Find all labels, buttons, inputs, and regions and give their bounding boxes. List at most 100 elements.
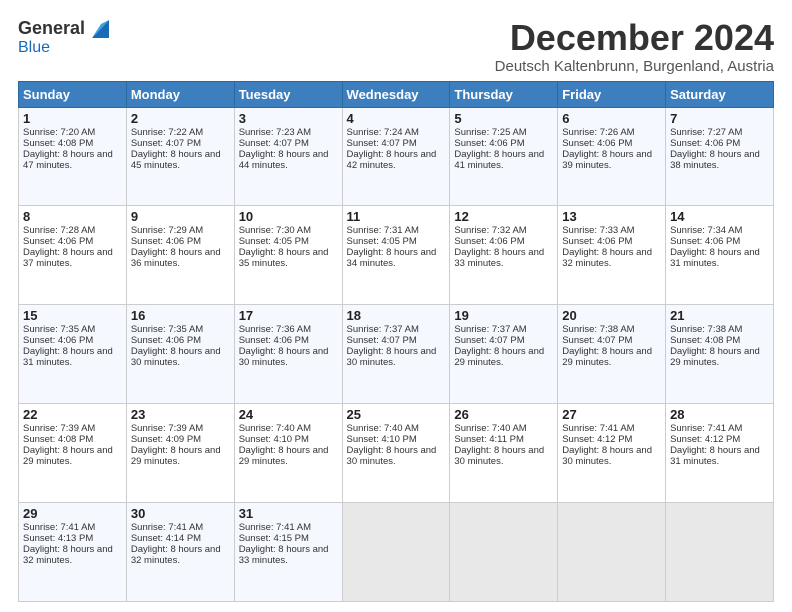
daylight-label: Daylight: 8 hours and 35 minutes. — [239, 247, 329, 269]
sunrise-label: Sunrise: 7:41 AM — [23, 522, 95, 533]
col-header-saturday: Saturday — [666, 81, 774, 107]
week-row-1: 1Sunrise: 7:20 AMSunset: 4:08 PMDaylight… — [19, 107, 774, 206]
day-cell: 19Sunrise: 7:37 AMSunset: 4:07 PMDayligh… — [450, 305, 558, 404]
sunrise-label: Sunrise: 7:36 AM — [239, 324, 311, 335]
sunrise-label: Sunrise: 7:35 AM — [131, 324, 203, 335]
day-number: 2 — [131, 111, 230, 126]
sunset-label: Sunset: 4:06 PM — [670, 138, 740, 149]
day-cell: 17Sunrise: 7:36 AMSunset: 4:06 PMDayligh… — [234, 305, 342, 404]
sunrise-label: Sunrise: 7:40 AM — [347, 423, 419, 434]
day-number: 3 — [239, 111, 338, 126]
sunrise-label: Sunrise: 7:37 AM — [454, 324, 526, 335]
week-row-2: 8Sunrise: 7:28 AMSunset: 4:06 PMDaylight… — [19, 206, 774, 305]
daylight-label: Daylight: 8 hours and 41 minutes. — [454, 149, 544, 171]
col-header-thursday: Thursday — [450, 81, 558, 107]
day-cell: 16Sunrise: 7:35 AMSunset: 4:06 PMDayligh… — [126, 305, 234, 404]
day-cell — [450, 503, 558, 602]
sunset-label: Sunset: 4:06 PM — [562, 236, 632, 247]
day-number: 31 — [239, 506, 338, 521]
sunset-label: Sunset: 4:06 PM — [23, 335, 93, 346]
sunset-label: Sunset: 4:15 PM — [239, 533, 309, 544]
day-cell: 4Sunrise: 7:24 AMSunset: 4:07 PMDaylight… — [342, 107, 450, 206]
sunrise-label: Sunrise: 7:40 AM — [239, 423, 311, 434]
day-cell: 14Sunrise: 7:34 AMSunset: 4:06 PMDayligh… — [666, 206, 774, 305]
day-number: 22 — [23, 407, 122, 422]
day-cell: 6Sunrise: 7:26 AMSunset: 4:06 PMDaylight… — [558, 107, 666, 206]
day-cell — [666, 503, 774, 602]
day-number: 4 — [347, 111, 446, 126]
daylight-label: Daylight: 8 hours and 47 minutes. — [23, 149, 113, 171]
daylight-label: Daylight: 8 hours and 29 minutes. — [562, 346, 652, 368]
sunset-label: Sunset: 4:07 PM — [347, 335, 417, 346]
sunrise-label: Sunrise: 7:32 AM — [454, 225, 526, 236]
day-cell: 26Sunrise: 7:40 AMSunset: 4:11 PMDayligh… — [450, 404, 558, 503]
daylight-label: Daylight: 8 hours and 29 minutes. — [239, 445, 329, 467]
daylight-label: Daylight: 8 hours and 33 minutes. — [239, 544, 329, 566]
sunset-label: Sunset: 4:08 PM — [23, 434, 93, 445]
col-header-monday: Monday — [126, 81, 234, 107]
day-cell: 15Sunrise: 7:35 AMSunset: 4:06 PMDayligh… — [19, 305, 127, 404]
daylight-label: Daylight: 8 hours and 30 minutes. — [562, 445, 652, 467]
daylight-label: Daylight: 8 hours and 45 minutes. — [131, 149, 221, 171]
daylight-label: Daylight: 8 hours and 32 minutes. — [562, 247, 652, 269]
daylight-label: Daylight: 8 hours and 39 minutes. — [562, 149, 652, 171]
day-cell: 5Sunrise: 7:25 AMSunset: 4:06 PMDaylight… — [450, 107, 558, 206]
day-cell: 7Sunrise: 7:27 AMSunset: 4:06 PMDaylight… — [666, 107, 774, 206]
sunrise-label: Sunrise: 7:28 AM — [23, 225, 95, 236]
day-number: 23 — [131, 407, 230, 422]
daylight-label: Daylight: 8 hours and 38 minutes. — [670, 149, 760, 171]
daylight-label: Daylight: 8 hours and 29 minutes. — [670, 346, 760, 368]
sunrise-label: Sunrise: 7:33 AM — [562, 225, 634, 236]
sunrise-label: Sunrise: 7:31 AM — [347, 225, 419, 236]
day-number: 20 — [562, 308, 661, 323]
day-cell: 9Sunrise: 7:29 AMSunset: 4:06 PMDaylight… — [126, 206, 234, 305]
sunset-label: Sunset: 4:12 PM — [562, 434, 632, 445]
day-cell: 23Sunrise: 7:39 AMSunset: 4:09 PMDayligh… — [126, 404, 234, 503]
day-number: 16 — [131, 308, 230, 323]
sunrise-label: Sunrise: 7:39 AM — [131, 423, 203, 434]
subtitle: Deutsch Kaltenbrunn, Burgenland, Austria — [495, 58, 774, 75]
header: General Blue December 2024 Deutsch Kalte… — [18, 18, 774, 75]
daylight-label: Daylight: 8 hours and 29 minutes. — [23, 445, 113, 467]
sunset-label: Sunset: 4:10 PM — [347, 434, 417, 445]
daylight-label: Daylight: 8 hours and 32 minutes. — [131, 544, 221, 566]
sunrise-label: Sunrise: 7:22 AM — [131, 127, 203, 138]
day-number: 7 — [670, 111, 769, 126]
sunset-label: Sunset: 4:07 PM — [562, 335, 632, 346]
day-cell: 8Sunrise: 7:28 AMSunset: 4:06 PMDaylight… — [19, 206, 127, 305]
daylight-label: Daylight: 8 hours and 30 minutes. — [131, 346, 221, 368]
day-number: 24 — [239, 407, 338, 422]
day-cell: 18Sunrise: 7:37 AMSunset: 4:07 PMDayligh… — [342, 305, 450, 404]
day-cell: 21Sunrise: 7:38 AMSunset: 4:08 PMDayligh… — [666, 305, 774, 404]
daylight-label: Daylight: 8 hours and 30 minutes. — [347, 445, 437, 467]
sunset-label: Sunset: 4:06 PM — [131, 335, 201, 346]
day-number: 14 — [670, 209, 769, 224]
day-number: 13 — [562, 209, 661, 224]
sunset-label: Sunset: 4:14 PM — [131, 533, 201, 544]
day-cell: 30Sunrise: 7:41 AMSunset: 4:14 PMDayligh… — [126, 503, 234, 602]
daylight-label: Daylight: 8 hours and 29 minutes. — [131, 445, 221, 467]
sunset-label: Sunset: 4:13 PM — [23, 533, 93, 544]
day-number: 26 — [454, 407, 553, 422]
day-number: 10 — [239, 209, 338, 224]
sunset-label: Sunset: 4:10 PM — [239, 434, 309, 445]
day-cell: 22Sunrise: 7:39 AMSunset: 4:08 PMDayligh… — [19, 404, 127, 503]
col-header-friday: Friday — [558, 81, 666, 107]
header-row: SundayMondayTuesdayWednesdayThursdayFrid… — [19, 81, 774, 107]
day-cell: 27Sunrise: 7:41 AMSunset: 4:12 PMDayligh… — [558, 404, 666, 503]
sunrise-label: Sunrise: 7:20 AM — [23, 127, 95, 138]
daylight-label: Daylight: 8 hours and 29 minutes. — [454, 346, 544, 368]
sunset-label: Sunset: 4:08 PM — [670, 335, 740, 346]
day-cell: 25Sunrise: 7:40 AMSunset: 4:10 PMDayligh… — [342, 404, 450, 503]
sunrise-label: Sunrise: 7:25 AM — [454, 127, 526, 138]
sunset-label: Sunset: 4:06 PM — [239, 335, 309, 346]
day-cell: 20Sunrise: 7:38 AMSunset: 4:07 PMDayligh… — [558, 305, 666, 404]
calendar-table: SundayMondayTuesdayWednesdayThursdayFrid… — [18, 81, 774, 602]
day-cell: 11Sunrise: 7:31 AMSunset: 4:05 PMDayligh… — [342, 206, 450, 305]
sunrise-label: Sunrise: 7:35 AM — [23, 324, 95, 335]
week-row-4: 22Sunrise: 7:39 AMSunset: 4:08 PMDayligh… — [19, 404, 774, 503]
day-number: 15 — [23, 308, 122, 323]
logo-blue: Blue — [18, 39, 50, 56]
sunset-label: Sunset: 4:06 PM — [670, 236, 740, 247]
daylight-label: Daylight: 8 hours and 30 minutes. — [239, 346, 329, 368]
